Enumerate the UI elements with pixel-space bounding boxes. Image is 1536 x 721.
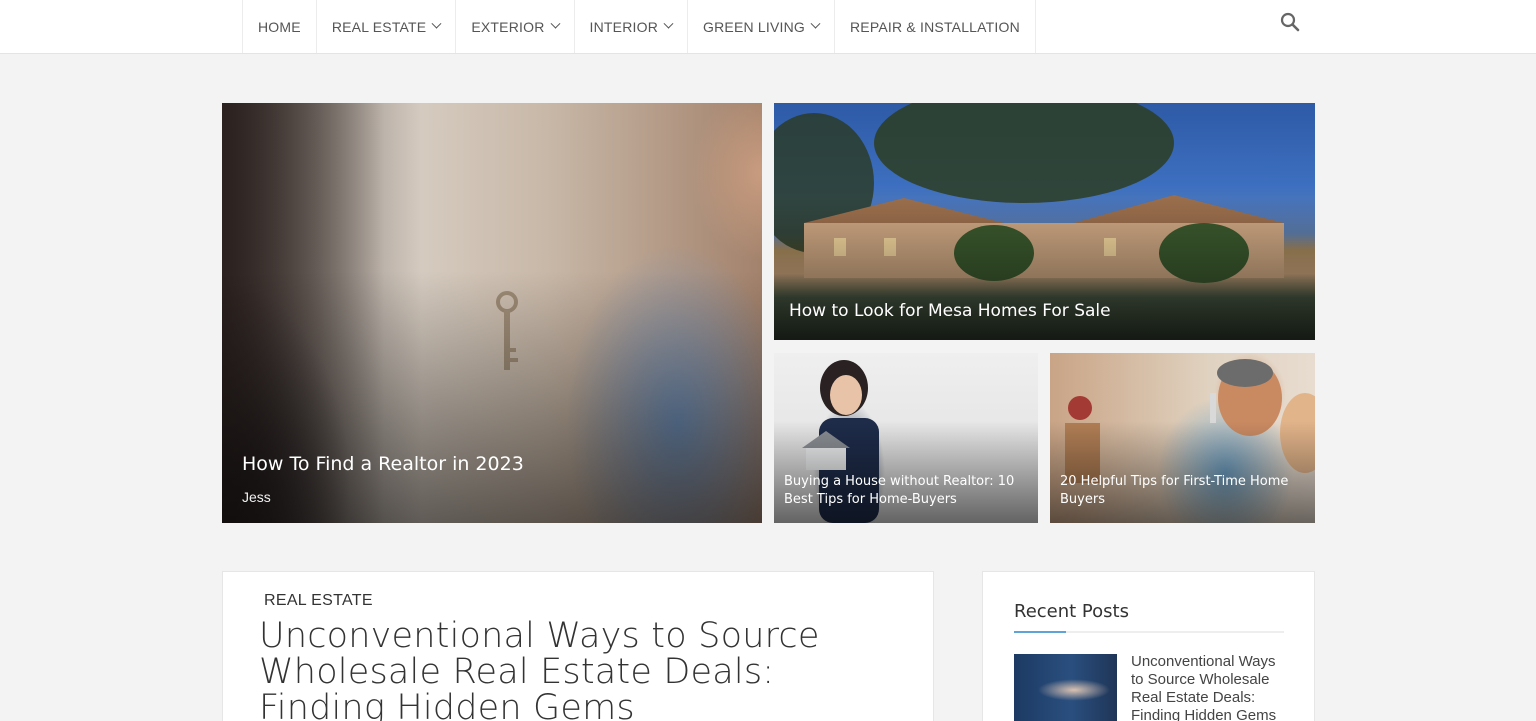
nav-item-green-living[interactable]: GREEN LIVING (688, 0, 835, 53)
featured-post-title[interactable]: How to Look for Mesa Homes For Sale (789, 301, 1111, 321)
nav-item-label: EXTERIOR (471, 18, 545, 35)
nav-item-label: INTERIOR (589, 18, 659, 35)
nav-item-real-estate[interactable]: REAL ESTATE (317, 0, 457, 53)
nav-item-label: REPAIR & INSTALLATION (850, 18, 1020, 35)
featured-post-main[interactable]: How To Find a Realtor in 2023 Jess (222, 103, 762, 523)
top-navigation-bar: HOME REAL ESTATE EXTERIOR INTERIOR GREEN… (0, 0, 1536, 54)
widget-heading: Recent Posts (1014, 601, 1129, 622)
search-button[interactable] (1278, 10, 1302, 34)
featured-post-small-right[interactable]: 20 Helpful Tips for First-Time Home Buye… (1050, 353, 1315, 523)
article-card: REAL ESTATE Unconventional Ways to Sourc… (222, 571, 934, 721)
featured-post-author[interactable]: Jess (242, 489, 271, 505)
featured-post-title[interactable]: 20 Helpful Tips for First-Time Home Buye… (1060, 473, 1305, 509)
nav-item-label: REAL ESTATE (331, 18, 427, 35)
recent-post-thumbnail[interactable] (1014, 654, 1117, 721)
article-title[interactable]: Unconventional Ways to Source Wholesale … (259, 618, 899, 721)
nav-item-interior[interactable]: INTERIOR (575, 0, 689, 53)
recent-post-title[interactable]: Unconventional Ways to Source Wholesale … (1131, 653, 1281, 721)
nav-item-label: HOME (258, 18, 301, 35)
nav-item-home[interactable]: HOME (243, 0, 317, 53)
chevron-down-icon (550, 18, 560, 29)
chevron-down-icon (431, 18, 442, 29)
search-icon (1280, 12, 1300, 32)
featured-post-title[interactable]: Buying a House without Realtor: 10 Best … (784, 473, 1029, 509)
nav-item-label: GREEN LIVING (703, 18, 805, 35)
nav-item-exterior[interactable]: EXTERIOR (456, 0, 575, 53)
chevron-down-icon (810, 18, 821, 29)
nav-item-repair-installation[interactable]: REPAIR & INSTALLATION (835, 0, 1036, 53)
featured-post-title[interactable]: How To Find a Realtor in 2023 (242, 453, 524, 475)
recent-posts-widget: Recent Posts Unconventional Ways to Sour… (982, 571, 1315, 721)
featured-post-small-left[interactable]: Buying a House without Realtor: 10 Best … (774, 353, 1038, 523)
article-category[interactable]: REAL ESTATE (264, 592, 373, 610)
featured-post-top-right[interactable]: How to Look for Mesa Homes For Sale (774, 103, 1315, 340)
chevron-down-icon (663, 18, 674, 29)
divider-accent (1014, 631, 1066, 633)
image-overlay (222, 271, 762, 523)
main-menu: HOME REAL ESTATE EXTERIOR INTERIOR GREEN… (242, 0, 1036, 53)
